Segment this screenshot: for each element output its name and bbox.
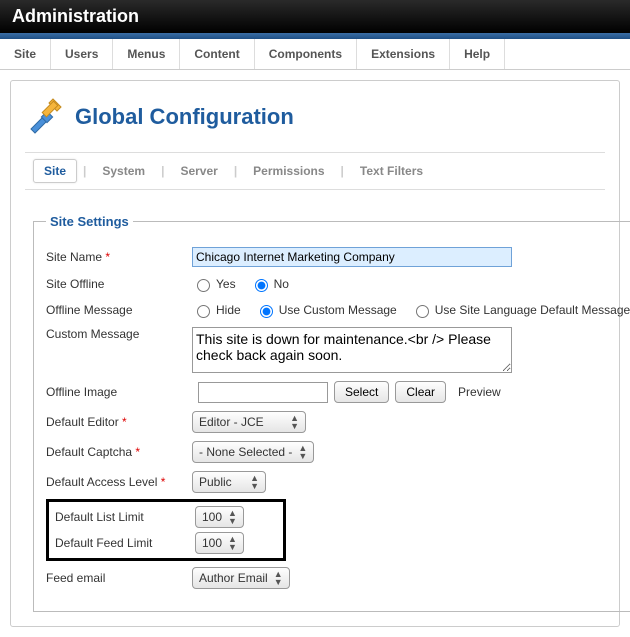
required-marker: * [105,250,110,264]
radio-site-offline-yes[interactable]: Yes [192,276,236,292]
row-site-name: Site Name * [46,243,630,271]
select-default-access-level[interactable]: Public ▲▼ [192,471,266,493]
label-site-name: Site Name * [46,250,192,264]
tab-permissions[interactable]: Permissions [243,160,334,182]
header-bar: Administration [0,0,630,33]
radio-group-offline-message: Hide Use Custom Message Use Site Languag… [192,302,630,318]
label-site-offline: Site Offline [46,277,192,291]
chevron-updown-icon: ▲▼ [274,570,283,586]
chevron-updown-icon: ▲▼ [250,474,259,490]
select-default-feed-limit[interactable]: 100 ▲▼ [195,532,244,554]
row-default-list-limit: Default List Limit 100 ▲▼ [55,504,277,530]
select-default-editor[interactable]: Editor - JCE ▲▼ [192,411,306,433]
row-default-feed-limit: Default Feed Limit 100 ▲▼ [55,530,277,556]
tab-server[interactable]: Server [170,160,227,182]
label-custom-message: Custom Message [46,327,192,341]
row-offline-message: Offline Message Hide Use Custom Message … [46,297,630,323]
config-icon [25,95,65,138]
tool-area: Global Configuration Site | System | Ser… [10,80,620,627]
chevron-updown-icon: ▲▼ [228,535,237,551]
menu-bar: Site Users Menus Content Components Exte… [0,39,630,70]
radio-offline-sitelang[interactable]: Use Site Language Default Message [411,302,630,318]
textarea-custom-message[interactable]: This site is down for maintenance.<br />… [192,327,512,373]
tab-sep: | [83,164,86,178]
select-default-list-limit[interactable]: 100 ▲▼ [195,506,244,528]
label-default-access-level: Default Access Level * [46,475,192,489]
required-marker: * [135,445,140,459]
label-offline-message: Offline Message [46,303,192,317]
chevron-updown-icon: ▲▼ [290,414,299,430]
row-feed-email: Feed email Author Email ▲▼ [46,563,630,593]
label-default-editor: Default Editor * [46,415,192,429]
chevron-updown-icon: ▲▼ [298,444,307,460]
row-offline-image: Offline Image Select Clear Preview [46,377,630,407]
tabs: Site | System | Server | Permissions | T… [25,152,605,190]
label-default-feed-limit: Default Feed Limit [55,536,195,550]
menu-item-users[interactable]: Users [51,39,113,69]
tab-system[interactable]: System [92,160,155,182]
tab-site[interactable]: Site [33,159,77,183]
input-offline-image[interactable] [198,382,328,403]
site-settings-legend: Site Settings [46,214,133,229]
site-settings-fieldset: Site Settings Site Name * Site Offline Y… [33,214,630,612]
menu-item-content[interactable]: Content [180,39,254,69]
radio-offline-custom[interactable]: Use Custom Message [255,302,397,318]
menu-item-site[interactable]: Site [0,39,51,69]
label-offline-image: Offline Image [46,385,192,399]
required-marker: * [122,415,127,429]
row-default-editor: Default Editor * Editor - JCE ▲▼ [46,407,630,437]
required-marker: * [161,475,166,489]
chevron-updown-icon: ▲▼ [228,509,237,525]
select-default-captcha[interactable]: - None Selected - ▲▼ [192,441,314,463]
tab-sep: | [234,164,237,178]
row-default-access-level: Default Access Level * Public ▲▼ [46,467,630,497]
row-default-captcha: Default Captcha * - None Selected - ▲▼ [46,437,630,467]
label-default-captcha: Default Captcha * [46,445,192,459]
button-clear[interactable]: Clear [395,381,446,403]
select-feed-email[interactable]: Author Email ▲▼ [192,567,290,589]
tab-sep: | [161,164,164,178]
page-title: Global Configuration [75,104,294,130]
radio-group-site-offline: Yes No [192,276,289,292]
tab-sep: | [341,164,344,178]
header-title: Administration [12,6,139,26]
row-custom-message: Custom Message This site is down for mai… [46,323,630,377]
label-feed-email: Feed email [46,571,192,585]
title-row: Global Configuration [25,91,605,152]
radio-site-offline-no[interactable]: No [250,276,289,292]
button-select[interactable]: Select [334,381,389,403]
label-preview: Preview [458,385,501,399]
label-default-list-limit: Default List Limit [55,510,195,524]
input-site-name[interactable] [192,247,512,267]
row-site-offline: Site Offline Yes No [46,271,630,297]
highlighted-limit-box: Default List Limit 100 ▲▼ Default Feed L… [46,499,286,561]
menu-item-extensions[interactable]: Extensions [357,39,450,69]
tab-text-filters[interactable]: Text Filters [350,160,433,182]
menu-item-menus[interactable]: Menus [113,39,180,69]
menu-item-components[interactable]: Components [255,39,357,69]
radio-offline-hide[interactable]: Hide [192,302,241,318]
menu-item-help[interactable]: Help [450,39,505,69]
